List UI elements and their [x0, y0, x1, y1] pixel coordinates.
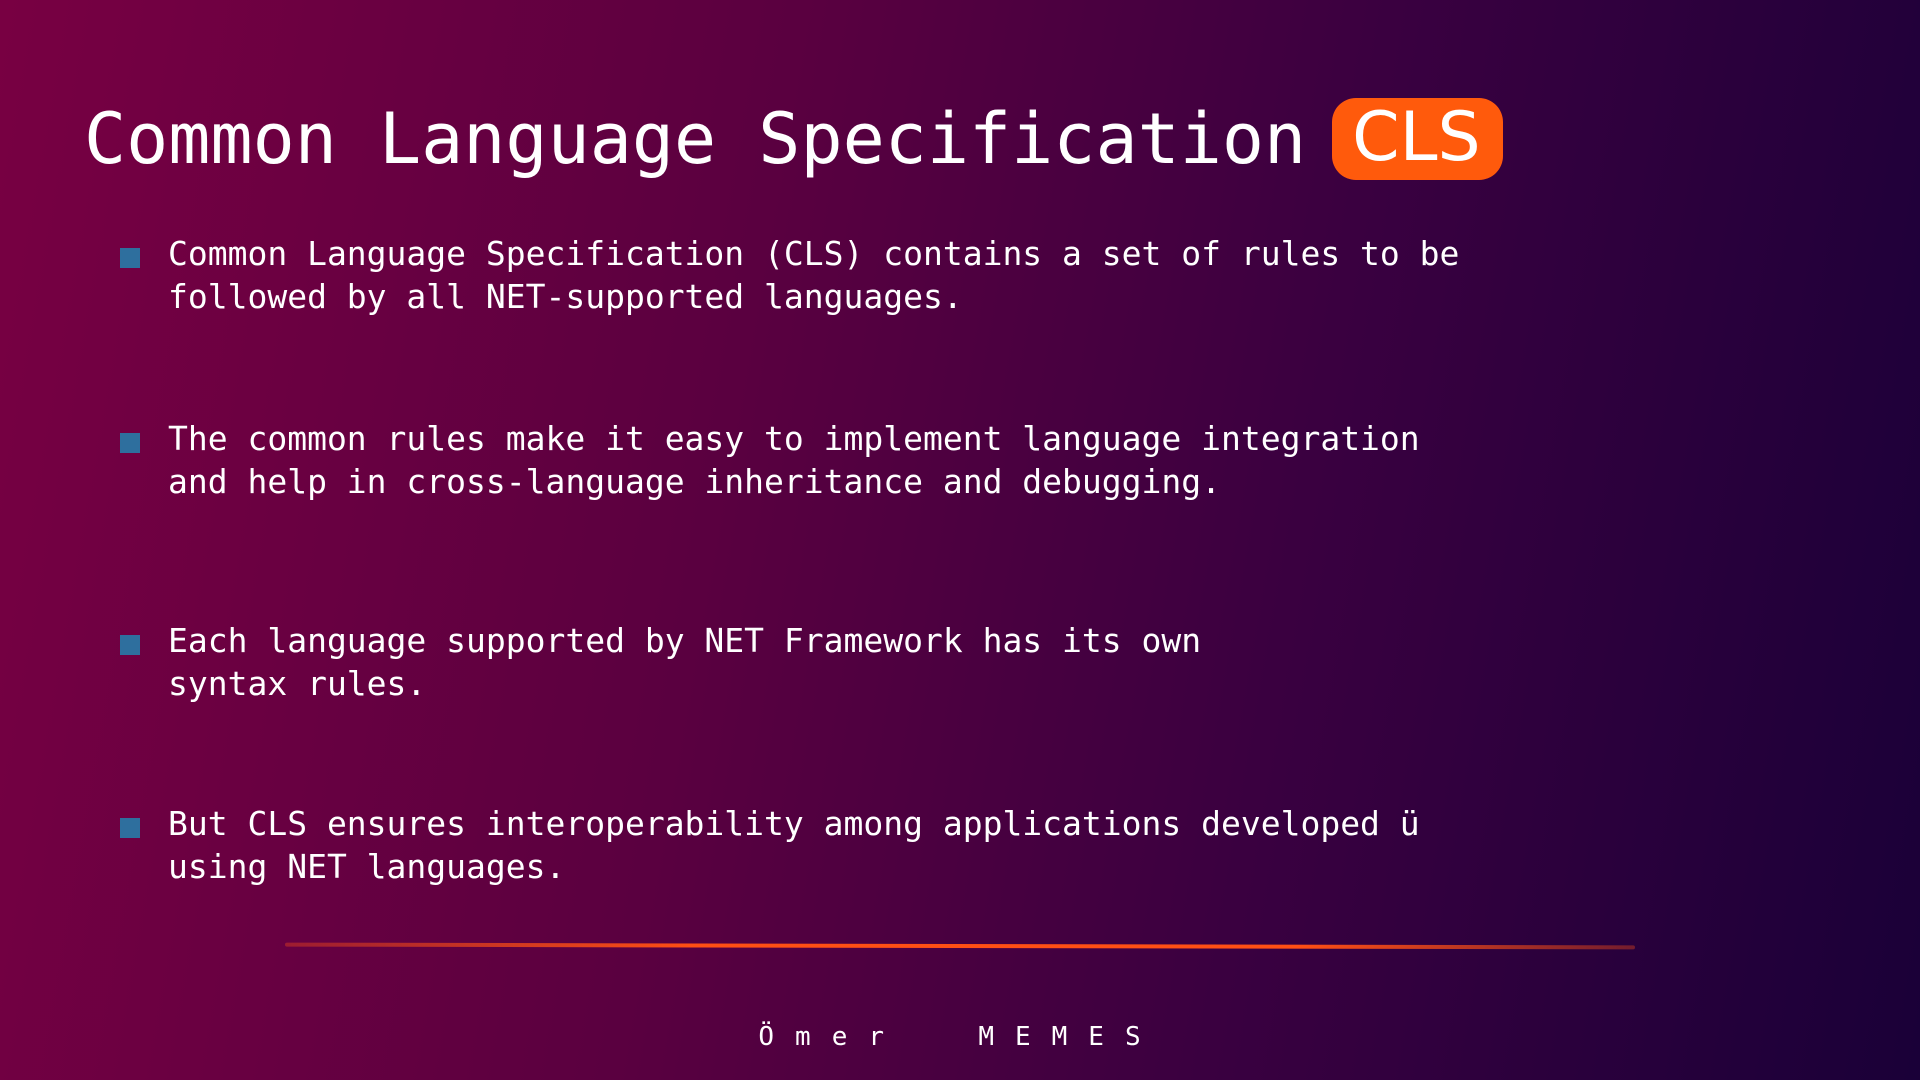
bullet-text: But CLS ensures interoperability among a… — [168, 804, 1420, 886]
square-bullet-icon — [120, 248, 140, 268]
square-bullet-icon — [120, 635, 140, 655]
bullet-item: Common Language Specification (CLS) cont… — [120, 232, 1580, 318]
bullet-list: Common Language Specification (CLS) cont… — [0, 0, 1920, 1080]
bullet-item: But CLS ensures interoperability among a… — [120, 802, 1580, 888]
footer-author: Ömer MEMES — [758, 1022, 1162, 1052]
square-bullet-icon — [120, 433, 140, 453]
slide: Common Language Specification CLS Common… — [0, 0, 1920, 1080]
bullet-item: Each language supported by NET Framework… — [120, 619, 1580, 705]
bullet-item: The common rules make it easy to impleme… — [120, 417, 1580, 503]
bullet-text: The common rules make it easy to impleme… — [168, 419, 1420, 501]
square-bullet-icon — [120, 818, 140, 838]
bullet-text: Each language supported by NET Framework… — [168, 621, 1202, 703]
bullet-text: Common Language Specification (CLS) cont… — [168, 234, 1460, 316]
